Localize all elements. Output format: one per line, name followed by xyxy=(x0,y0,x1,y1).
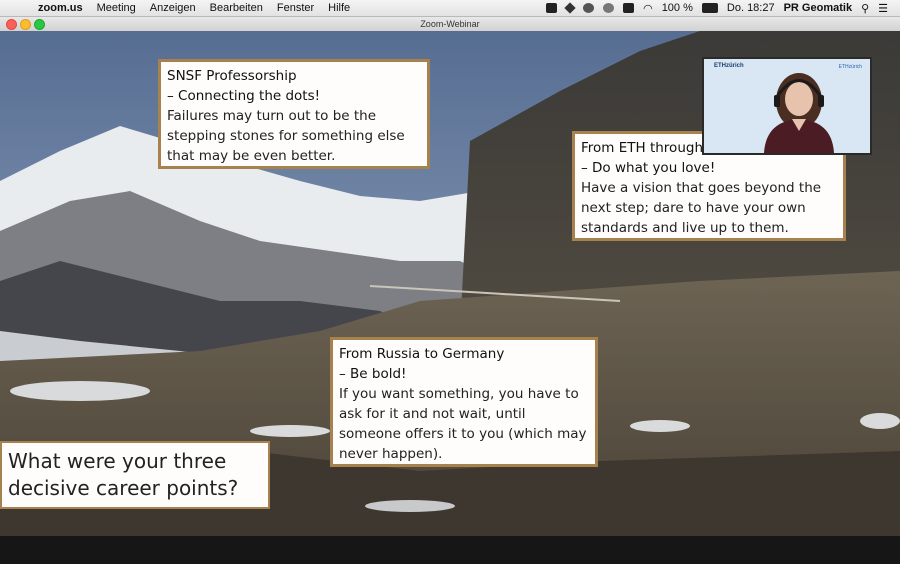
card-body: Have a vision that goes beyond the next … xyxy=(581,180,822,236)
card-russia-germany: From Russia to Germany – Be bold! If you… xyxy=(330,337,598,467)
card-body: If you want something, you have to ask f… xyxy=(339,386,587,462)
card-title: From Russia to Germany xyxy=(339,346,505,362)
card-snsf-professorship: SNSF Professorship – Connecting the dots… xyxy=(158,59,430,169)
minimize-button[interactable] xyxy=(20,19,31,30)
menu-edit[interactable]: Bearbeiten xyxy=(210,2,263,14)
wifi-icon[interactable]: ◠ xyxy=(643,2,653,15)
window-titlebar: Zoom-Webinar xyxy=(0,17,900,32)
notification-center-icon[interactable]: ☰ xyxy=(878,2,888,15)
search-icon[interactable]: ⚲ xyxy=(861,2,869,15)
app-menu[interactable]: zoom.us xyxy=(38,2,83,14)
speaker-avatar xyxy=(764,73,834,153)
meeting-controls-bar xyxy=(0,536,900,564)
status-tray: ◠ 100 % Do. 18:27 PR Geomatik ⚲ ☰ xyxy=(546,2,888,15)
zoom-status-icon[interactable] xyxy=(546,3,558,13)
card-subtitle: – Connecting the dots! xyxy=(167,88,321,104)
card-subtitle: – Do what you love! xyxy=(581,160,716,176)
maximize-button[interactable] xyxy=(34,19,45,30)
battery-icon[interactable] xyxy=(701,3,718,13)
speaker-video[interactable]: ETHzürich ETHzürich xyxy=(702,57,872,155)
screen-icon[interactable] xyxy=(623,3,635,13)
card-title: SNSF Professorship xyxy=(167,68,297,84)
card-body: Failures may turn out to be the stepping… xyxy=(167,108,405,164)
accessibility-icon[interactable] xyxy=(603,3,615,13)
menu-view[interactable]: Anzeigen xyxy=(150,2,196,14)
shared-screen: SNSF Professorship – Connecting the dots… xyxy=(0,31,900,536)
cloud-icon[interactable] xyxy=(583,3,595,13)
close-button[interactable] xyxy=(6,19,17,30)
clock[interactable]: Do. 18:27 xyxy=(727,2,775,14)
window-title: Zoom-Webinar xyxy=(420,19,480,29)
user-name[interactable]: PR Geomatik xyxy=(784,2,852,14)
battery-percent: 100 % xyxy=(661,2,693,14)
menu-help[interactable]: Hilfe xyxy=(328,2,350,14)
question-box: What were your three decisive career poi… xyxy=(0,441,270,509)
dropbox-icon[interactable] xyxy=(564,2,576,14)
menu-meeting[interactable]: Meeting xyxy=(97,2,136,14)
menu-bar: zoom.us Meeting Anzeigen Bearbeiten Fens… xyxy=(0,0,900,17)
menu-window[interactable]: Fenster xyxy=(277,2,314,14)
card-subtitle: – Be bold! xyxy=(339,366,407,382)
